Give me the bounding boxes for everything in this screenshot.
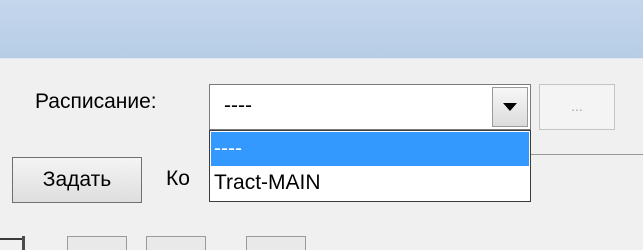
chevron-down-icon (503, 103, 517, 111)
toolbar-separator (22, 236, 25, 250)
schedule-browse-button[interactable]: ... (539, 84, 615, 130)
schedule-combobox[interactable]: ---- (209, 84, 531, 130)
schedule-selected-value: ---- (224, 94, 252, 117)
schedule-dropdown-list[interactable]: ---- Tract-MAIN (209, 130, 531, 202)
toolbar-strip (0, 228, 643, 250)
toolbar-button-2[interactable] (146, 236, 206, 250)
dropdown-arrow-button[interactable] (492, 87, 528, 127)
dropdown-option-empty[interactable]: ---- (211, 132, 529, 166)
dropdown-option-tract-main[interactable]: Tract-MAIN (211, 166, 529, 200)
partial-label: Ко (166, 167, 190, 190)
toolbar-button-3[interactable] (246, 236, 306, 250)
group-divider (530, 154, 643, 155)
toolbar-handle-icon (0, 238, 22, 240)
set-button[interactable]: Задать (12, 157, 142, 203)
schedule-label: Расписание: (35, 90, 157, 113)
window-titlebar (0, 0, 643, 58)
titlebar-divider (0, 58, 643, 59)
toolbar-button-1[interactable] (67, 236, 127, 250)
